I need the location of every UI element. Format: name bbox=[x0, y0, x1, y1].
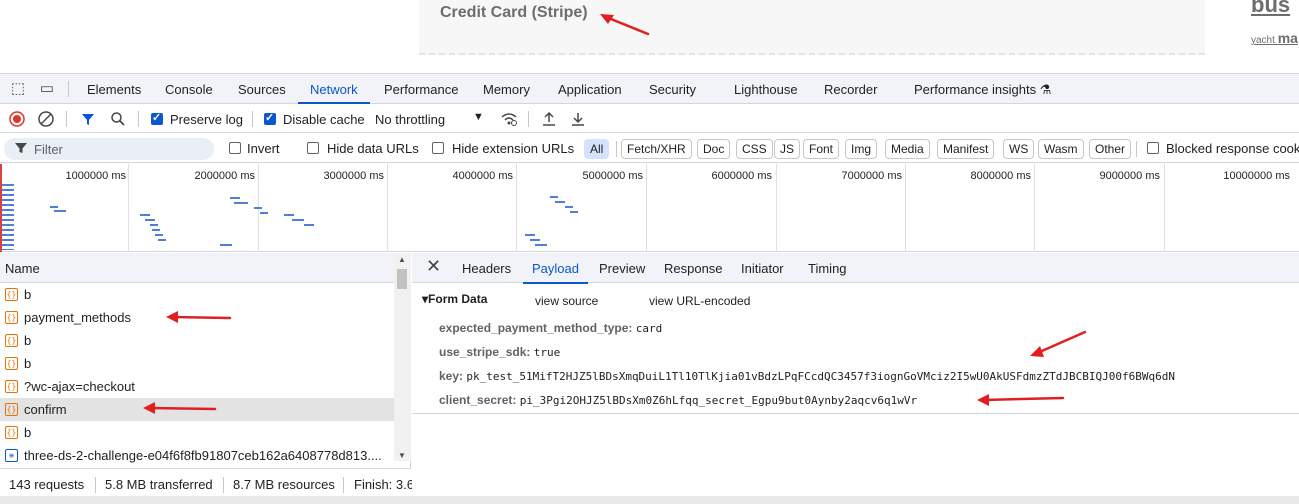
annotation-arrows bbox=[143, 14, 1087, 414]
